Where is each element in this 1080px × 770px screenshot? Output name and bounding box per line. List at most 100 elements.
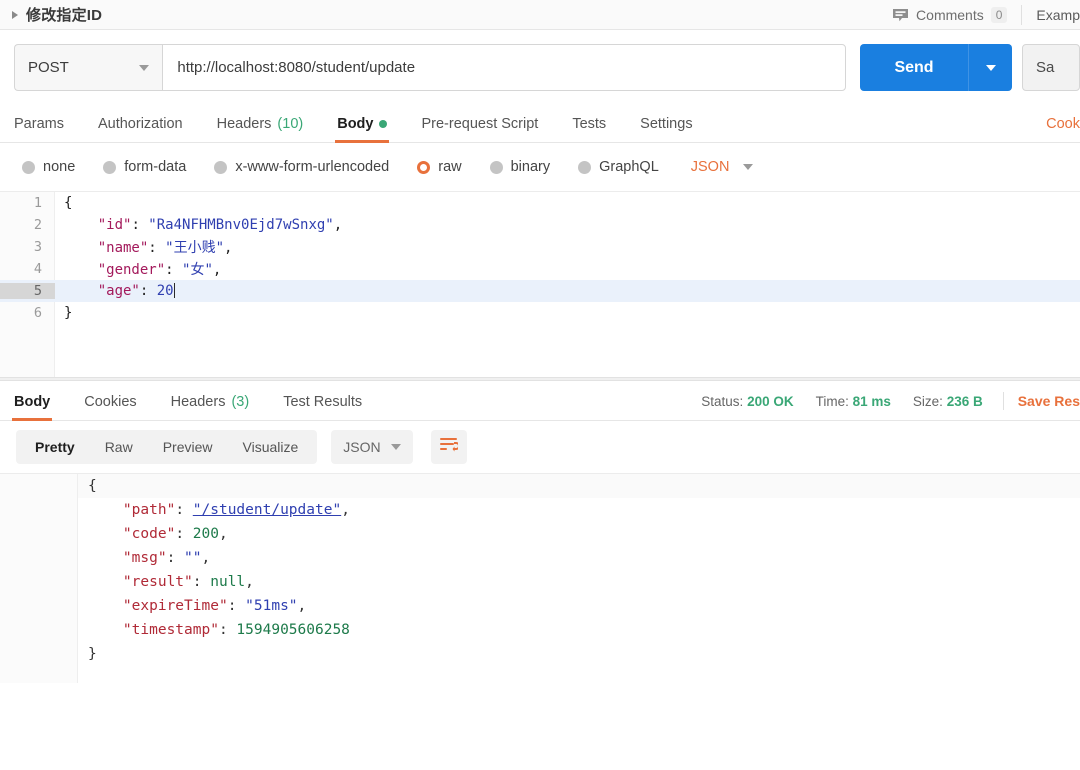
code-line: 1 { [0,474,1080,498]
json-trail: , [224,240,232,256]
line-content: "timestamp": 1594905606258 [78,622,350,638]
radio-icon [22,161,35,174]
size-badge: Size: 236 B [913,394,983,409]
code-line: 8 } [0,642,1080,666]
code-line: 7 "timestamp": 1594905606258 [0,618,1080,642]
json-value: 20 [157,283,174,299]
json-value-link[interactable]: "/student/update" [193,502,341,518]
code-line: 2 "id": "Ra4NFHMBnv0Ejd7wSnxg", [0,214,1080,236]
chevron-down-icon[interactable] [743,164,753,170]
code-line: 4 "msg": "", [0,546,1080,570]
word-wrap-button[interactable] [431,430,467,464]
tab-label: Cookies [84,394,136,410]
line-content: "id": "Ra4NFHMBnv0Ejd7wSnxg", [55,217,342,233]
line-number: 3 [0,239,55,255]
line-content: "msg": "", [78,550,210,566]
tab-headers[interactable]: Headers (10) [217,116,304,142]
body-type-binary[interactable]: binary [490,159,551,175]
tab-pre-request-script[interactable]: Pre-request Script [421,116,538,142]
url-input[interactable]: http://localhost:8080/student/update [162,44,846,91]
request-top-bar: 修改指定ID Comments 0 Examp [0,0,1080,30]
send-options-button[interactable] [968,44,1012,91]
page-title: 修改指定ID [26,4,102,25]
http-method-select[interactable]: POST [14,44,162,91]
tab-label: Authorization [98,116,183,132]
tab-body[interactable]: Body [337,116,387,142]
response-format-select[interactable]: JSON [331,430,412,464]
option-label: GraphQL [599,159,659,175]
tab-settings[interactable]: Settings [640,116,692,142]
chevron-down-icon [391,444,401,450]
option-label: none [43,159,75,175]
comments-count-badge: 0 [991,7,1008,23]
view-visualize[interactable]: Visualize [228,430,314,464]
tab-tests[interactable]: Tests [572,116,606,142]
triangle-right-icon[interactable] [12,11,18,19]
line-content: "age": 20 [55,283,175,299]
option-label: form-data [124,159,186,175]
line-number: 2 [0,217,55,233]
view-pretty[interactable]: Pretty [20,430,90,464]
tab-label: Settings [640,116,692,132]
save-response-button[interactable]: Save Res [1018,393,1080,409]
tab-label: Test Results [283,394,362,410]
url-bar: POST http://localhost:8080/student/updat… [0,30,1080,91]
option-label: raw [438,159,461,175]
http-method-label: POST [28,59,69,76]
line-content: "expireTime": "51ms", [78,598,306,614]
json-value: "Ra4NFHMBnv0Ejd7wSnxg" [148,217,333,233]
json-trail: , [202,550,211,566]
request-code-lines: 1 { 2 "id": "Ra4NFHMBnv0Ejd7wSnxg", 3 "n… [0,192,1080,324]
send-button[interactable]: Send [860,44,968,91]
save-button[interactable]: Sa [1022,44,1080,91]
body-type-options: none form-data x-www-form-urlencoded raw… [0,143,1080,191]
tab-label: Tests [572,116,606,132]
view-preview[interactable]: Preview [148,430,228,464]
raw-format-label[interactable]: JSON [691,159,730,175]
line-content: } [55,305,72,321]
tab-label: Pre-request Script [421,116,538,132]
code-line: 3 "name": "王小贱", [0,236,1080,258]
body-type-raw[interactable]: raw [417,159,461,175]
json-trail: , [341,502,350,518]
body-type-form-data[interactable]: form-data [103,159,186,175]
json-trail: , [245,574,254,590]
body-type-none[interactable]: none [22,159,75,175]
json-trail: , [213,262,221,278]
examples-button[interactable]: Examp [1022,7,1080,23]
response-code-lines: 1 { 2 "path": "/student/update", 3 "code… [0,474,1080,666]
comments-button[interactable]: Comments 0 [882,5,1022,25]
url-value: http://localhost:8080/student/update [177,59,415,76]
json-value: 1594905606258 [236,622,350,638]
json-value: "女" [182,262,213,278]
code-line: 1 { [0,192,1080,214]
radio-icon [490,161,503,174]
headers-count: (10) [277,116,303,132]
line-content: "path": "/student/update", [78,502,350,518]
chevron-down-icon [986,65,996,71]
response-body-viewer[interactable]: 1 { 2 "path": "/student/update", 3 "code… [0,473,1080,683]
size-value: 236 B [947,394,983,409]
text-cursor [174,283,175,298]
body-type-graphql[interactable]: GraphQL [578,159,659,175]
tab-authorization[interactable]: Authorization [98,116,183,142]
response-tab-body[interactable]: Body [14,394,50,420]
json-key: "path" [123,502,175,518]
radio-icon [214,161,227,174]
response-format-label: JSON [343,439,380,455]
line-content: "result": null, [78,574,254,590]
tab-label: Headers [217,116,272,132]
view-raw[interactable]: Raw [90,430,148,464]
response-tab-headers[interactable]: Headers (3) [171,394,250,420]
json-key: "id" [98,217,132,233]
request-title-group[interactable]: 修改指定ID [0,4,102,25]
cookies-link[interactable]: Cook [1046,116,1080,132]
radio-icon [578,161,591,174]
code-line: 4 "gender": "女", [0,258,1080,280]
tab-params[interactable]: Params [14,116,64,142]
response-tab-cookies[interactable]: Cookies [84,394,136,420]
response-tab-test-results[interactable]: Test Results [283,394,362,420]
request-body-editor[interactable]: 1 { 2 "id": "Ra4NFHMBnv0Ejd7wSnxg", 3 "n… [0,191,1080,377]
status-badge: Status: 200 OK [701,394,793,409]
body-type-urlencoded[interactable]: x-www-form-urlencoded [214,159,389,175]
